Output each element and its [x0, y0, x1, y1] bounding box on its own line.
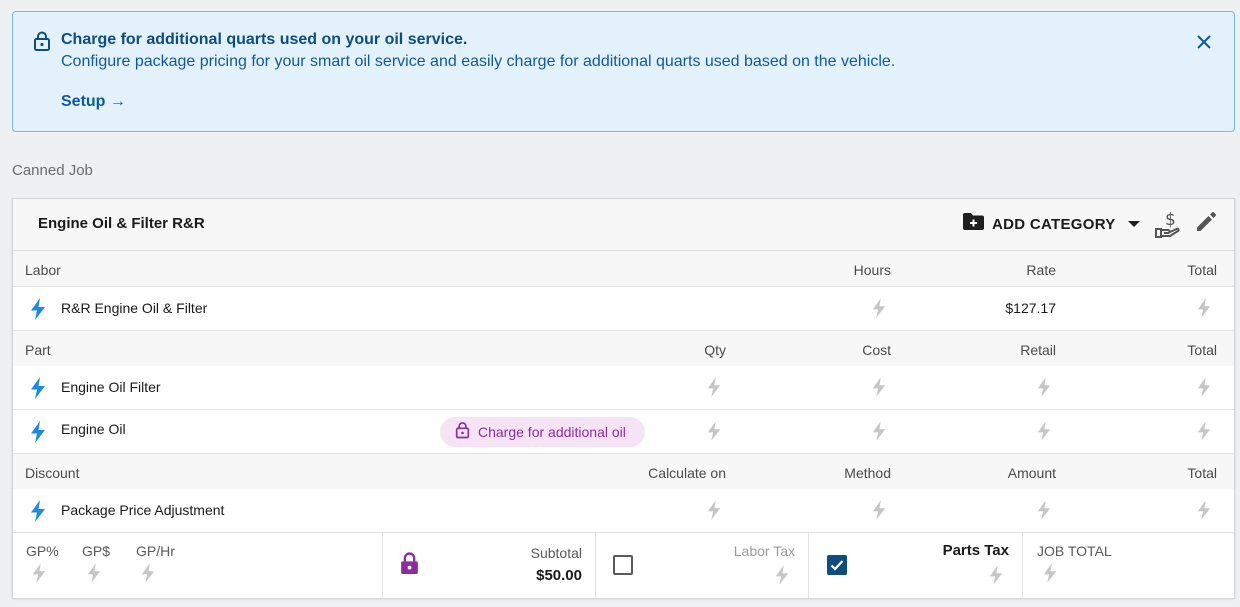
part-header-label: Part	[25, 342, 51, 358]
gp-hour-label: GP/Hr	[136, 543, 175, 559]
bolt-placeholder-icon	[706, 421, 722, 446]
discount-header-row: Discount Calculate on Method Amount Tota…	[13, 454, 1234, 490]
job-total-cell: JOB TOTAL	[1023, 533, 1234, 598]
add-category-button[interactable]: ADD CATEGORY	[962, 212, 1140, 236]
part-header-retail: Retail	[1020, 342, 1056, 358]
lightning-bolt-icon	[29, 377, 47, 404]
bolt-placeholder-icon	[1036, 377, 1052, 402]
close-icon[interactable]	[1196, 34, 1212, 55]
job-total-label: JOB TOTAL	[1037, 543, 1112, 559]
canned-job-card: Engine Oil & Filter R&R ADD CATEGORY $ L…	[12, 198, 1235, 598]
parts-tax-checkbox[interactable]	[827, 555, 847, 575]
part-item-name: Engine Oil Filter	[61, 379, 161, 395]
gp-percent-label: GP%	[26, 543, 59, 559]
setup-link[interactable]: Setup →	[61, 93, 126, 111]
bolt-placeholder-icon	[1042, 563, 1058, 588]
lock-icon	[455, 421, 470, 444]
hand-dollar-icon[interactable]: $	[1155, 210, 1181, 244]
subtotal-cell: Subtotal $50.00	[383, 533, 596, 598]
bolt-placeholder-icon	[31, 563, 47, 588]
badge-label: Charge for additional oil	[478, 424, 626, 440]
discount-header-method: Method	[844, 465, 891, 481]
bolt-placeholder-icon	[1036, 500, 1052, 525]
labor-tax-cell: Labor Tax	[596, 533, 809, 598]
job-footer: GP% GP$ GP/Hr Subtotal $50.00 Labor Tax	[13, 533, 1234, 598]
folder-plus-icon	[962, 212, 985, 236]
bolt-placeholder-icon	[706, 500, 722, 525]
discount-header-calculate-on: Calculate on	[648, 465, 726, 481]
part-item-name: Engine Oil	[61, 421, 126, 437]
discount-item-name: Package Price Adjustment	[61, 502, 225, 518]
bolt-placeholder-icon	[988, 565, 1004, 590]
bolt-placeholder-icon	[871, 298, 887, 323]
svg-text:$: $	[1165, 211, 1176, 230]
bolt-placeholder-icon	[86, 563, 102, 588]
lightning-bolt-icon	[29, 500, 47, 527]
bolt-placeholder-icon	[1196, 500, 1212, 525]
labor-rate: $127.17	[1005, 300, 1056, 316]
bolt-placeholder-icon	[1036, 421, 1052, 446]
banner-description: Configure package pricing for your smart…	[61, 53, 896, 70]
add-category-label: ADD CATEGORY	[992, 215, 1116, 233]
caret-down-icon	[1127, 215, 1140, 233]
labor-header-hours: Hours	[853, 262, 891, 278]
labor-header-total: Total	[1187, 262, 1217, 278]
part-header-row: Part Qty Cost Retail Total	[13, 331, 1234, 367]
labor-row[interactable]: R&R Engine Oil & Filter $127.17	[13, 287, 1234, 331]
bolt-placeholder-icon	[871, 421, 887, 446]
bolt-placeholder-icon	[871, 377, 887, 402]
parts-tax-label: Parts Tax	[942, 542, 1009, 559]
discount-header-amount: Amount	[1007, 465, 1056, 481]
part-header-cost: Cost	[862, 342, 891, 358]
part-header-qty: Qty	[704, 342, 726, 358]
bolt-placeholder-icon	[140, 563, 156, 588]
discount-header-label: Discount	[25, 465, 80, 481]
part-row[interactable]: Engine Oil Filter	[13, 366, 1234, 410]
banner-title: Charge for additional quarts used on you…	[61, 31, 468, 48]
labor-tax-checkbox[interactable]	[613, 555, 633, 575]
pencil-icon[interactable]	[1195, 211, 1217, 238]
part-header-total: Total	[1187, 342, 1217, 358]
labor-header-label: Labor	[25, 262, 61, 278]
job-title: Engine Oil & Filter R&R	[38, 215, 205, 232]
parts-tax-cell: Parts Tax	[809, 533, 1023, 598]
info-banner: Charge for additional quarts used on you…	[12, 11, 1235, 132]
labor-item-name: R&R Engine Oil & Filter	[61, 300, 208, 316]
discount-row[interactable]: Package Price Adjustment	[13, 489, 1234, 533]
labor-header-row: Labor Hours Rate Total	[13, 251, 1234, 287]
bolt-placeholder-icon	[706, 377, 722, 402]
bolt-placeholder-icon	[1196, 377, 1212, 402]
bolt-placeholder-icon	[1196, 298, 1212, 323]
bolt-placeholder-icon	[774, 565, 790, 590]
labor-header-rate: Rate	[1026, 262, 1056, 278]
lock-icon	[33, 31, 51, 56]
section-label: Canned Job	[12, 162, 93, 179]
lock-icon[interactable]	[400, 552, 419, 580]
part-row[interactable]: Engine Oil Charge for additional oil	[13, 410, 1234, 454]
lightning-bolt-icon	[29, 421, 47, 448]
bolt-placeholder-icon	[871, 500, 887, 525]
charge-additional-oil-badge[interactable]: Charge for additional oil	[440, 417, 645, 447]
subtotal-value: $50.00	[536, 567, 582, 584]
check-icon	[830, 560, 844, 571]
lightning-bolt-icon	[29, 298, 47, 325]
subtotal-label: Subtotal	[530, 545, 582, 561]
card-header: Engine Oil & Filter R&R ADD CATEGORY $	[13, 199, 1234, 251]
gross-profit-cell: GP% GP$ GP/Hr	[13, 533, 383, 598]
discount-header-total: Total	[1187, 465, 1217, 481]
gp-dollar-label: GP$	[82, 543, 111, 559]
labor-tax-label: Labor Tax	[733, 543, 795, 559]
bolt-placeholder-icon	[1196, 421, 1212, 446]
